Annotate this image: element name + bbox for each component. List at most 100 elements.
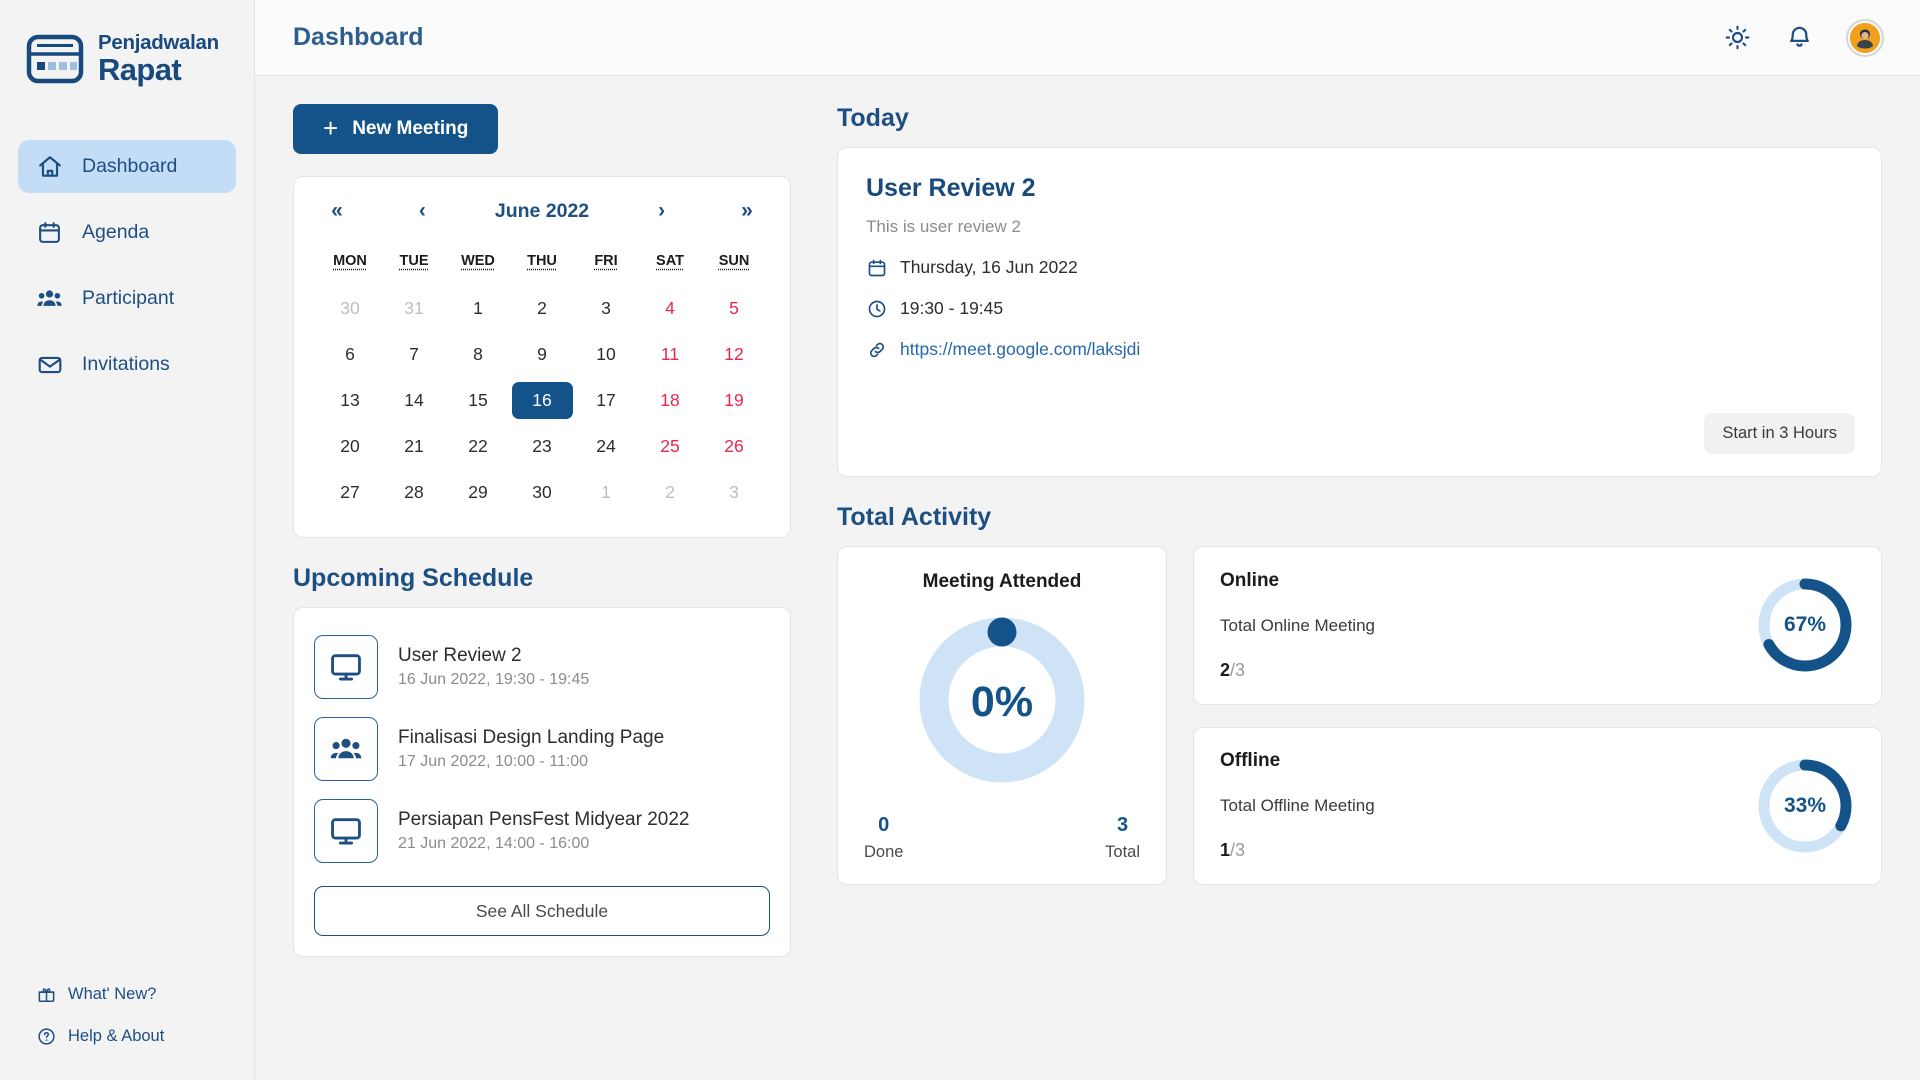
see-all-schedule-button[interactable]: See All Schedule <box>314 886 770 936</box>
calendar-day[interactable]: 27 <box>318 474 382 511</box>
calendar-day[interactable]: 26 <box>702 428 766 465</box>
calendar-day[interactable]: 21 <box>382 428 446 465</box>
calendar-day[interactable]: 4 <box>638 290 702 327</box>
offline-gauge: 33% <box>1755 756 1855 856</box>
calendar-next-month-button[interactable]: › <box>649 199 675 223</box>
done-label: Done <box>864 843 904 861</box>
calendar-dow-header: THU <box>527 253 557 269</box>
offline-total: /3 <box>1230 840 1246 861</box>
app-logo: Penjadwalan Rapat <box>0 0 254 88</box>
calendar-day[interactable]: 25 <box>638 428 702 465</box>
calendar-day[interactable]: 2 <box>510 290 574 327</box>
sidebar-item-dashboard[interactable]: Dashboard <box>18 140 236 193</box>
question-circle-icon <box>36 1026 56 1046</box>
online-value: 2 <box>1220 659 1231 680</box>
schedule-list: User Review 2 16 Jun 2022, 19:30 - 19:45 F… <box>314 626 770 872</box>
topbar-actions <box>1722 18 1884 57</box>
online-gauge: 67% <box>1755 575 1855 675</box>
schedule-item-time: 16 Jun 2022, 19:30 - 19:45 <box>398 671 590 688</box>
whats-new-link[interactable]: What' New? <box>18 978 236 1010</box>
calendar-day[interactable]: 16 <box>510 382 574 419</box>
calendar-header: « ‹ June 2022 › » <box>318 199 766 223</box>
offline-stat-text: Offline Total Offline Meeting 1/3 <box>1220 750 1375 861</box>
calendar-dow-header: FRI <box>594 253 618 269</box>
list-item[interactable]: Persiapan PensFest Midyear 2022 21 Jun 20… <box>314 790 770 872</box>
calendar-widget: « ‹ June 2022 › » MON TUE WED THU FRI SAT SUN 3… <box>293 176 791 538</box>
calendar-day[interactable]: 29 <box>446 474 510 511</box>
status-badge: Start in 3 Hours <box>1704 413 1855 454</box>
calendar-day[interactable]: 3 <box>574 290 638 327</box>
sidebar: Penjadwalan Rapat Dashboard Agenda Parti… <box>0 0 255 1080</box>
calendar-day[interactable]: 7 <box>382 336 446 373</box>
list-item[interactable]: User Review 2 16 Jun 2022, 19:30 - 19:45 <box>314 626 770 708</box>
calendar-day[interactable]: 30 <box>318 290 382 327</box>
calendar-day[interactable]: 17 <box>574 382 638 419</box>
offline-percent: 33% <box>1783 793 1827 817</box>
calendar-day[interactable]: 19 <box>702 382 766 419</box>
calendar-day[interactable]: 14 <box>382 382 446 419</box>
calendar-dow-header: WED <box>461 253 495 269</box>
calendar-day[interactable]: 1 <box>574 474 638 511</box>
sidebar-item-participant[interactable]: Participant <box>18 272 236 325</box>
calendar-grid: MON TUE WED THU FRI SAT SUN 30 31 1 2 3 4 5 6 7 8 9 10 11 12… <box>318 253 766 511</box>
offline-value: 1 <box>1220 840 1231 861</box>
bell-icon[interactable] <box>1784 23 1814 53</box>
sidebar-item-invitations[interactable]: Invitations <box>18 338 236 391</box>
sidebar-item-label: Invitations <box>82 353 170 375</box>
calendar-prev-month-button[interactable]: ‹ <box>409 199 435 223</box>
link-icon <box>866 339 887 360</box>
calendar-day[interactable]: 23 <box>510 428 574 465</box>
left-column: + New Meeting « ‹ June 2022 › » MON TUE WE… <box>293 104 791 1080</box>
dashboard-content: + New Meeting « ‹ June 2022 › » MON TUE WE… <box>255 76 1920 1080</box>
upcoming-schedule-card: User Review 2 16 Jun 2022, 19:30 - 19:45 F… <box>293 607 791 957</box>
today-link-text[interactable]: https://meet.google.com/laksjdi <box>900 339 1140 360</box>
new-meeting-label: New Meeting <box>352 118 469 139</box>
calendar-day[interactable]: 24 <box>574 428 638 465</box>
calendar-day[interactable]: 5 <box>702 290 766 327</box>
gift-icon <box>36 984 56 1004</box>
avatar[interactable] <box>1846 18 1884 57</box>
user-avatar-image <box>1850 22 1880 53</box>
calendar-day[interactable]: 6 <box>318 336 382 373</box>
monitor-icon <box>314 635 378 699</box>
calendar-day[interactable]: 1 <box>446 290 510 327</box>
people-icon <box>314 717 378 781</box>
calendar-day[interactable]: 8 <box>446 336 510 373</box>
calendar-first-year-button[interactable]: « <box>324 199 350 223</box>
home-icon <box>36 153 63 180</box>
calendar-day[interactable]: 31 <box>382 290 446 327</box>
new-meeting-button[interactable]: + New Meeting <box>293 104 499 154</box>
total-activity-heading: Total Activity <box>837 503 992 531</box>
calendar-day[interactable]: 3 <box>702 474 766 511</box>
calendar-day[interactable]: 15 <box>446 382 510 419</box>
calendar-day[interactable]: 9 <box>510 336 574 373</box>
calendar-day[interactable]: 22 <box>446 428 510 465</box>
meeting-attended-donut: 0% <box>919 617 1085 788</box>
calendar-dow-header: SAT <box>656 253 684 269</box>
today-meeting-time: 19:30 - 19:45 <box>866 298 1853 319</box>
upcoming-schedule-heading: Upcoming Schedule <box>293 564 534 592</box>
calendar-day[interactable]: 13 <box>318 382 382 419</box>
logo-line-1: Penjadwalan <box>98 30 219 54</box>
sun-icon[interactable] <box>1722 23 1752 53</box>
calendar-day[interactable]: 30 <box>510 474 574 511</box>
total-label: Total <box>1105 843 1140 861</box>
calendar-day[interactable]: 12 <box>702 336 766 373</box>
calendar-day[interactable]: 10 <box>574 336 638 373</box>
logo-text: Penjadwalan Rapat <box>98 30 219 85</box>
calendar-day[interactable]: 2 <box>638 474 702 511</box>
calendar-icon <box>36 219 63 246</box>
online-subtitle: Total Online Meeting <box>1220 615 1375 635</box>
calendar-day[interactable]: 11 <box>638 336 702 373</box>
calendar-day[interactable]: 28 <box>382 474 446 511</box>
calendar-dow-header: MON <box>333 253 367 269</box>
calendar-day[interactable]: 20 <box>318 428 382 465</box>
list-item[interactable]: Finalisasi Design Landing Page 17 Jun 202… <box>314 708 770 790</box>
calendar-day[interactable]: 18 <box>638 382 702 419</box>
schedule-item-name: Persiapan PensFest Midyear 2022 <box>398 809 690 830</box>
help-about-link[interactable]: Help & About <box>18 1020 236 1052</box>
today-heading: Today <box>837 104 909 132</box>
calendar-next-year-button[interactable]: » <box>734 199 760 223</box>
sidebar-item-agenda[interactable]: Agenda <box>18 206 236 259</box>
help-about-label: Help & About <box>68 1026 165 1045</box>
